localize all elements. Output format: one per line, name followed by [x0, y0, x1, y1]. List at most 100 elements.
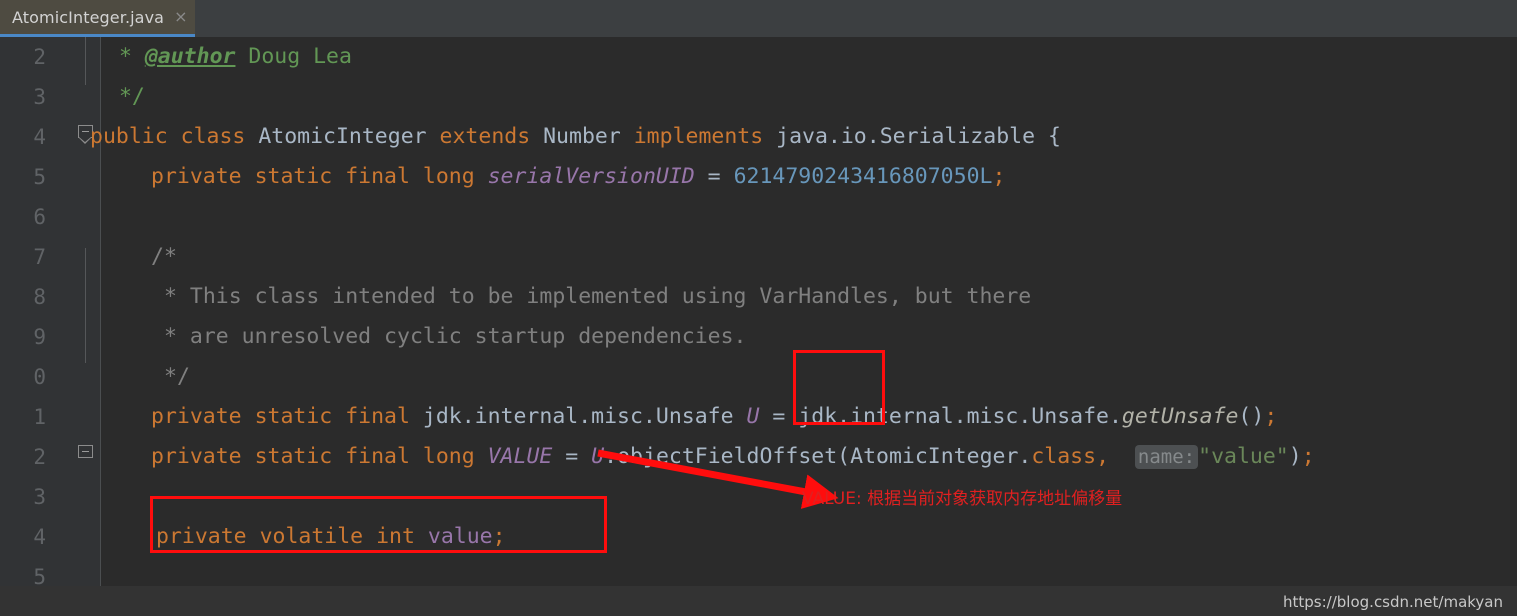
string-literal-value: "value" — [1198, 444, 1289, 469]
method-getunsafe: getUnsafe — [1121, 404, 1239, 429]
javadoc-asterisk: * — [106, 44, 145, 69]
code-line: 3 */ — [0, 77, 1517, 144]
statement-semicolon: ; — [1264, 404, 1278, 429]
close-paren: ) — [1288, 444, 1302, 469]
line-content: * @author Doug Lea — [106, 37, 352, 77]
line-content: * This class intended to be implemented … — [164, 277, 1031, 317]
javadoc-author-name: Doug Lea — [235, 44, 352, 69]
line-number: 7 — [33, 245, 46, 269]
line-number: 1 — [33, 405, 46, 429]
line-content: private static final long serialVersionU… — [151, 157, 1005, 197]
kw-long: long — [422, 444, 475, 469]
kw-private: private — [156, 524, 247, 549]
ide-window: AtomicInteger.java × 2 * @author Doug Le… — [0, 0, 1517, 616]
line-number: 3 — [33, 85, 46, 109]
kw-public: public — [90, 124, 168, 149]
superclass-number: Number — [543, 124, 621, 149]
watermark-text: https://blog.csdn.net/makyan — [1283, 593, 1503, 611]
assign-operator: = — [772, 404, 786, 429]
kw-implements: implements — [633, 124, 764, 149]
field-u: U — [746, 404, 760, 429]
line-number: 2 — [33, 45, 46, 69]
line-number: 3 — [33, 485, 46, 509]
line-content: */ — [164, 357, 190, 397]
line-number: 6 — [33, 205, 46, 229]
line-number: 5 — [33, 165, 46, 189]
kw-volatile: volatile — [259, 524, 364, 549]
inlay-parameter-hint-name[interactable]: name: — [1134, 445, 1199, 469]
code-line: 4 private volatile int value; — [0, 517, 1517, 557]
javadoc-tag-author: @author — [144, 44, 236, 69]
literal-serialversionuid: 6214790243416807050L — [733, 164, 993, 189]
kw-private: private — [151, 444, 242, 469]
editor-tab-bar: AtomicInteger.java × — [0, 0, 1517, 37]
line-content: private static final long VALUE = U.obje… — [151, 437, 1315, 477]
kw-final: final — [345, 444, 410, 469]
call-parens: () — [1238, 404, 1265, 429]
statement-semicolon: ; — [1301, 444, 1315, 469]
comment-body-2: * are unresolved cyclic startup dependen… — [164, 324, 747, 349]
code-line: 2 * @author Doug Lea — [0, 37, 1517, 77]
line-content: * are unresolved cyclic startup dependen… — [164, 317, 746, 357]
line-number: 0 — [33, 365, 46, 389]
assign-operator: = — [565, 444, 579, 469]
line-content: private static final jdk.internal.misc.U… — [151, 397, 1277, 437]
kw-private: private — [151, 164, 242, 189]
field-value-const: VALUE — [487, 444, 553, 469]
line-content: /* — [151, 237, 177, 277]
code-line: 0 */ — [0, 357, 1517, 397]
code-line: 3 — [0, 477, 1517, 517]
kw-final: final — [345, 164, 410, 189]
assign-operator: = — [707, 164, 721, 189]
tab-atomicinteger-java[interactable]: AtomicInteger.java × — [0, 0, 196, 37]
line-content: private volatile int value; — [156, 517, 506, 557]
kw-int: int — [376, 524, 415, 549]
javadoc-end: */ — [106, 84, 145, 109]
close-icon[interactable]: × — [174, 9, 187, 25]
qualified-unsafe: jdk.internal.misc.Unsafe. — [798, 404, 1122, 429]
kw-static: static — [254, 444, 333, 469]
line-content: public class AtomicInteger extends Numbe… — [90, 117, 1061, 157]
kw-private: private — [151, 404, 242, 429]
code-line: 7 /* — [0, 237, 1517, 458]
line-number: 2 — [33, 445, 46, 469]
line-number: 9 — [33, 325, 46, 349]
arg-atomicinteger: AtomicInteger. — [850, 444, 1032, 469]
comment-body-1: * This class intended to be implemented … — [164, 284, 1032, 309]
kw-class-literal: class — [1031, 444, 1097, 469]
open-paren: ( — [837, 444, 851, 469]
comment-start: /* — [151, 244, 177, 269]
code-line: 8 * This class intended to be implemente… — [0, 277, 1517, 317]
line-number: 8 — [33, 285, 46, 309]
package-java-io: java.io. — [776, 124, 880, 149]
member-dot: . — [604, 444, 618, 469]
annotation-note-value: VALUE: 根据当前对象获取内存地址偏移量 — [802, 489, 1123, 509]
receiver-u: U — [591, 444, 605, 469]
code-line: 4 public class AtomicInteger extends Num… — [0, 117, 1517, 157]
tab-label: AtomicInteger.java — [12, 7, 165, 27]
kw-static: static — [254, 404, 333, 429]
line-content: */ — [106, 77, 145, 117]
field-value: value — [427, 524, 493, 549]
kw-static: static — [254, 164, 333, 189]
code-line: 9 * are unresolved cyclic startup depend… — [0, 317, 1517, 357]
kw-class: class — [180, 124, 246, 149]
code-editor[interactable]: 2 * @author Doug Lea 3 */ 4 public class… — [0, 37, 1517, 616]
method-objectfieldoffset: objectFieldOffset — [617, 444, 838, 469]
arg-comma: , — [1096, 444, 1122, 469]
code-line: 2 private static final long VALUE = U.ob… — [0, 437, 1517, 477]
kw-long: long — [422, 164, 475, 189]
field-serialversionuid: serialVersionUID — [487, 164, 695, 189]
line-number: 4 — [33, 525, 46, 549]
comment-end: */ — [164, 364, 190, 389]
line-number: 4 — [33, 125, 46, 149]
statement-semicolon: ; — [492, 524, 506, 549]
open-brace: { — [1048, 124, 1061, 149]
interface-serializable: Serializable — [879, 124, 1036, 149]
type-unsafe: jdk.internal.misc.Unsafe — [422, 404, 734, 429]
code-line: 5 private static final long serialVersio… — [0, 157, 1517, 197]
kw-extends: extends — [439, 124, 531, 149]
class-name-atomicinteger: AtomicInteger — [258, 124, 427, 149]
statement-semicolon: ; — [992, 164, 1006, 189]
code-line: 6 — [0, 197, 1517, 237]
